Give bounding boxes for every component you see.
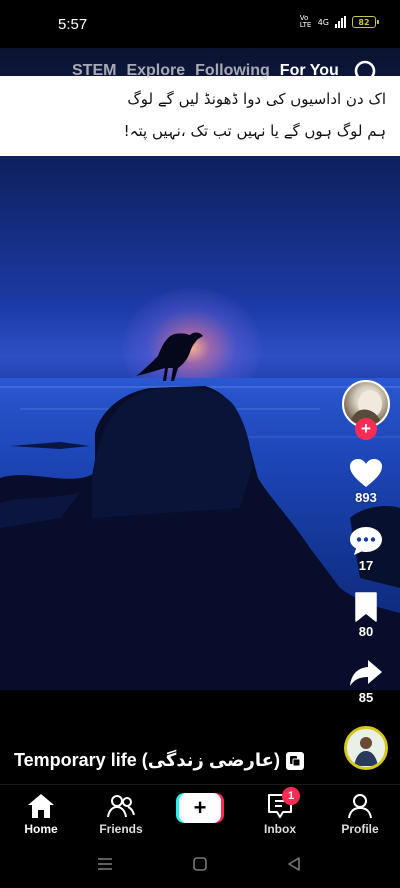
system-nav-bar: [0, 844, 400, 888]
caption-overlay: اک دن اداسیوں کی دوا ڈھونڈ لیں گے لوگ ہم…: [0, 76, 400, 156]
nav-friends-label: Friends: [99, 822, 143, 836]
status-time: 5:57: [58, 16, 88, 33]
battery-icon: 82: [352, 16, 379, 28]
inbox-badge: 1: [282, 787, 300, 805]
tab-stem[interactable]: STEM: [72, 62, 116, 80]
caption-line-2: ہم لوگ ہوں گے یا نہیں تب تک ،نہیں پتہ!: [123, 122, 386, 140]
music-cover-image: [348, 730, 384, 766]
nav-inbox[interactable]: 1 Inbox: [245, 787, 315, 836]
menu-icon: [98, 858, 112, 870]
network-label: 4G: [317, 17, 329, 27]
battery-level: 82: [358, 17, 370, 27]
nav-friends[interactable]: Friends: [86, 793, 156, 836]
video-caption-text: Temporary life (عارضی زندگی): [14, 750, 280, 770]
tab-for-you[interactable]: For You: [280, 62, 339, 80]
follow-button[interactable]: +: [355, 418, 377, 440]
nav-home[interactable]: Home: [6, 793, 76, 836]
square-icon: [193, 857, 207, 871]
comment-button[interactable]: 17: [346, 526, 386, 573]
home-system-button[interactable]: [192, 856, 208, 877]
save-count: 80: [358, 624, 374, 639]
profile-icon: [348, 794, 372, 819]
recents-button[interactable]: [96, 856, 114, 877]
save-button[interactable]: 80: [346, 592, 386, 639]
comment-count: 17: [358, 558, 374, 573]
playlist-icon: [285, 751, 304, 770]
music-disc[interactable]: [344, 726, 388, 770]
share-count: 85: [358, 690, 374, 705]
heart-icon: [350, 459, 382, 487]
comment-icon: [350, 527, 382, 555]
top-tabs: STEM Explore Following For You: [72, 62, 339, 80]
plus-icon: +: [179, 793, 221, 823]
share-button[interactable]: 85: [346, 658, 386, 705]
back-button[interactable]: [286, 856, 302, 877]
search-button[interactable]: [352, 58, 382, 88]
tab-following[interactable]: Following: [195, 62, 270, 80]
status-icons: Vo LTE 4G 82: [299, 14, 379, 29]
status-bar: 5:57 Vo LTE 4G 82: [0, 0, 400, 48]
back-triangle-icon: [288, 857, 300, 871]
bookmark-icon: [355, 592, 377, 622]
creator-avatar[interactable]: +: [342, 380, 390, 440]
friends-icon: [107, 795, 135, 818]
tab-explore[interactable]: Explore: [126, 62, 185, 80]
video-caption[interactable]: Temporary life (عارضی زندگی): [14, 750, 304, 771]
signal-icon: [335, 16, 346, 28]
volte-label: Vo LTE: [299, 14, 312, 29]
caption-line-1: اک دن اداسیوں کی دوا ڈھونڈ لیں گے لوگ: [127, 90, 386, 108]
bottom-nav: Home Friends + 1 Inbox Profile: [0, 784, 400, 844]
nav-profile-label: Profile: [341, 822, 379, 836]
create-button[interactable]: +: [176, 793, 224, 823]
share-icon: [350, 660, 382, 686]
home-icon: [28, 794, 54, 818]
nav-profile[interactable]: Profile: [325, 793, 395, 836]
like-count: 893: [355, 490, 377, 505]
nav-inbox-label: Inbox: [264, 822, 296, 836]
nav-home-label: Home: [24, 822, 58, 836]
like-button[interactable]: 893: [346, 458, 386, 505]
search-icon: [354, 60, 380, 86]
